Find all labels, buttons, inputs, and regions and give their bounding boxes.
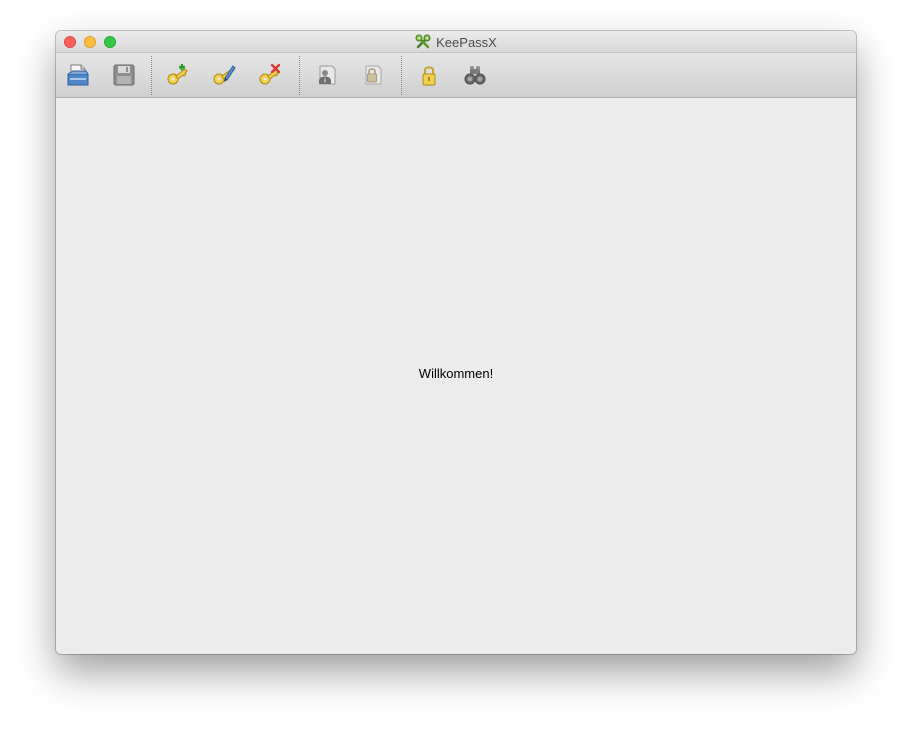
welcome-message: Willkommen! [418,366,494,381]
save-database-button[interactable] [109,61,139,89]
window-title: KeePassX [436,34,497,50]
title-bar[interactable]: KeePassX [56,31,856,53]
copy-username-icon [319,65,336,85]
copy-username-button[interactable] [311,61,341,89]
search-button[interactable] [460,61,490,89]
app-window: KeePassX Willkommen! [56,31,856,654]
save-floppy-icon [113,64,135,86]
edit-entry-button[interactable] [209,61,239,89]
lock-database-button[interactable] [414,61,444,89]
toolbar-separator [299,56,300,95]
delete-entry-button[interactable] [255,61,285,89]
key-add-icon [167,64,188,85]
toolbar-separator [401,56,402,95]
open-database-icon [67,64,89,86]
key-edit-icon [213,65,236,85]
copy-password-button[interactable] [357,61,387,89]
binoculars-icon [464,66,486,85]
main-toolbar [56,53,856,98]
keepassx-app-icon [415,34,431,49]
toolbar-separator [151,56,152,95]
key-delete-icon [259,63,281,85]
add-entry-button[interactable] [163,61,193,89]
window-title-group: KeePassX [56,31,856,53]
copy-password-icon [365,65,382,85]
main-content: Willkommen! [56,98,856,654]
lock-icon [422,66,436,86]
open-database-button[interactable] [63,61,93,89]
